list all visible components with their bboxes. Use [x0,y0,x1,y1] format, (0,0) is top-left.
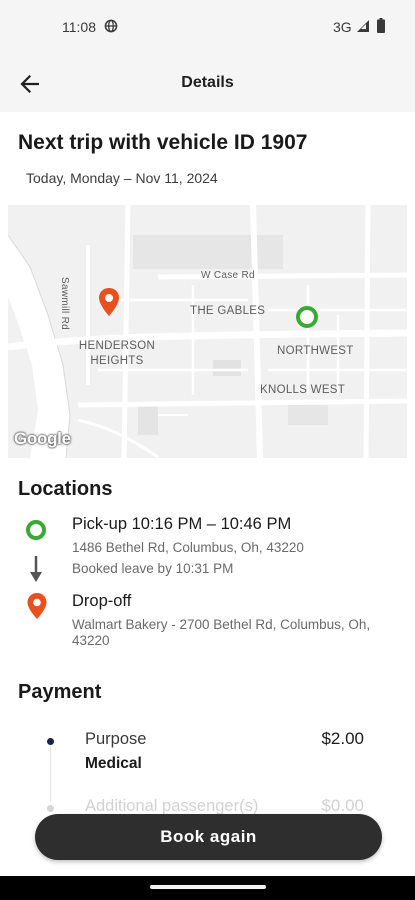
map-label-w-case-rd: W Case Rd [201,270,255,281]
map-roads [8,205,407,458]
pickup-address: 1486 Bethel Rd, Columbus, Oh, 43220 [72,540,304,555]
status-bar: 11:08 3G [0,0,415,56]
app-bar: Details [0,56,415,112]
signal-icon [357,20,369,32]
globe-icon [104,19,118,33]
payment-item-amount: $2.00 [321,729,364,748]
dropoff-address: Walmart Bakery - 2700 Bethel Rd, Columbu… [72,617,371,648]
map-label-the-gables: THE GABLES [190,305,266,317]
payment-heading: Payment [18,681,102,703]
status-time: 11:08 [62,19,96,35]
payment-item-purpose-value: Medical [85,755,142,772]
home-handle[interactable] [150,885,266,889]
payment-item-dot [47,738,54,745]
map-label-northwest: NORTHWEST [277,345,354,357]
payment-item-dot [47,805,54,812]
google-logo: Google [14,429,71,448]
map-label-knolls-west: KNOLLS WEST [260,384,346,396]
pickup-pin-icon [296,306,318,328]
map-label-street: Sawmill Rd [59,277,70,331]
dropoff-title: Drop-off [72,592,132,610]
map-label-henderson-heights: HENDERSON HEIGHTS [78,340,156,367]
pickup-time-window: Pick-up 10:16 PM – 10:46 PM [72,515,292,533]
payment-item-label: Purpose [85,730,147,748]
payment-item-amount: $0.00 [321,796,364,815]
trip-date: Today, Monday – Nov 11, 2024 [26,170,218,186]
battery-icon [377,18,385,33]
pickup-leave-note: Booked leave by 10:31 PM [72,561,234,576]
map-view[interactable]: Sawmill Rd W Case Rd THE GABLES HENDERSO… [8,205,407,458]
dropoff-pin-icon [27,593,47,619]
pickup-pin-icon [26,520,46,540]
book-again-button[interactable]: Book again [35,814,382,860]
dropoff-pin-icon [99,288,119,316]
arrow-down-icon [30,556,42,582]
system-nav-bar [0,876,415,900]
locations-heading: Locations [18,478,113,500]
trip-title: Next trip with vehicle ID 1907 [18,131,308,154]
page-title: Details [181,74,234,91]
network-type: 3G [333,19,352,35]
payment-timeline [50,742,51,802]
